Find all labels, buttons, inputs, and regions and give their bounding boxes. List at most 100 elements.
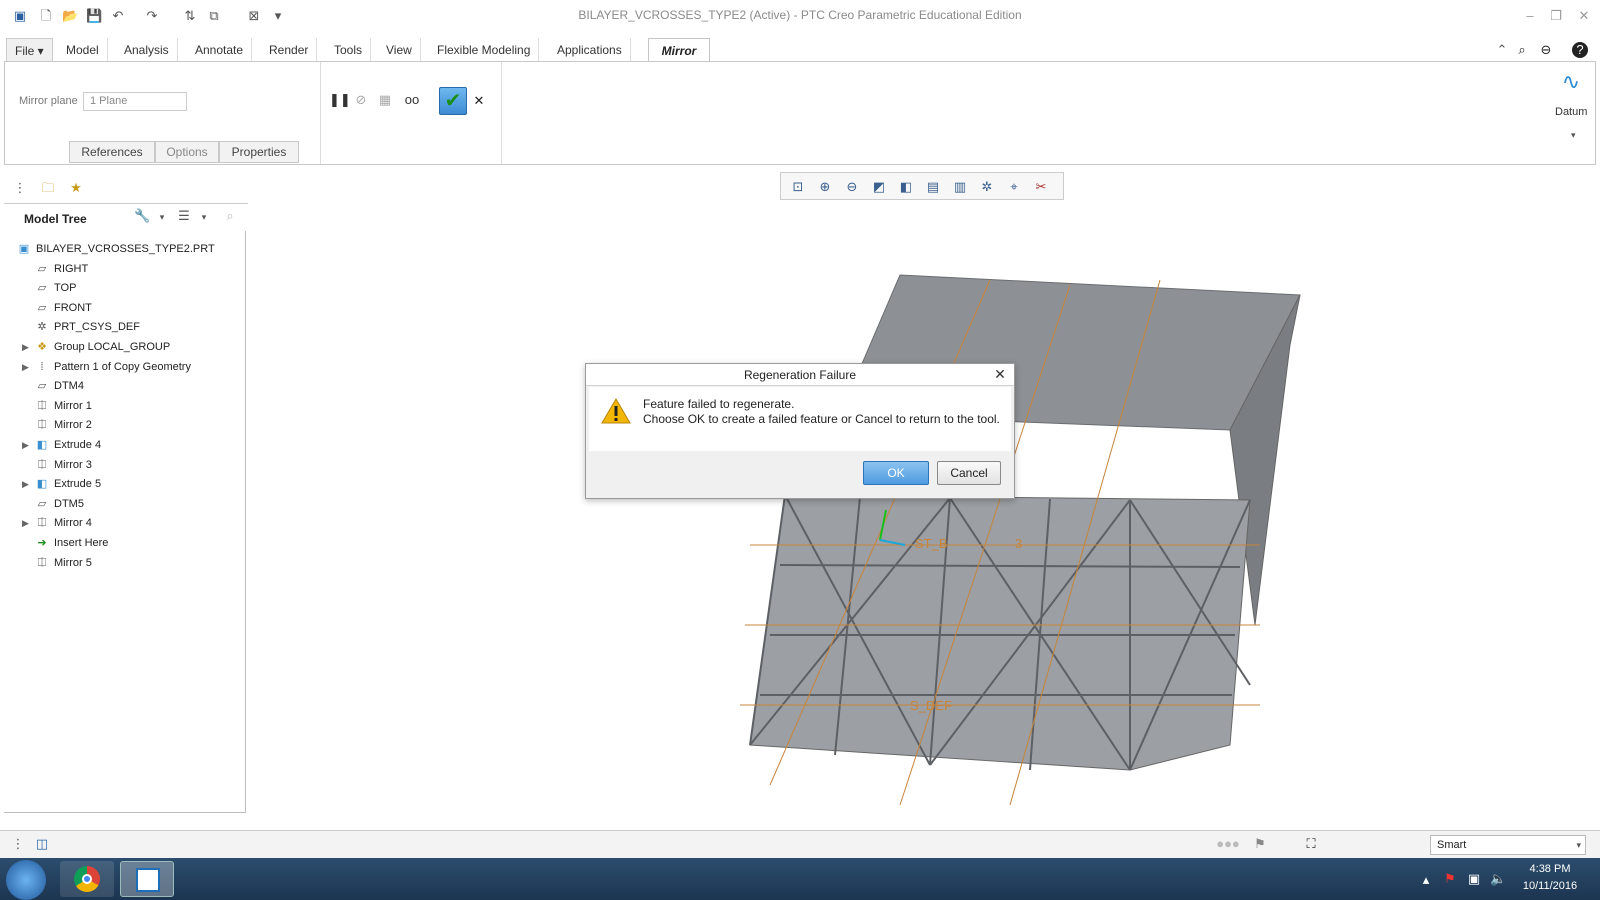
cancel-button[interactable]: Cancel <box>937 461 1001 485</box>
pause-icon[interactable]: ❚❚ <box>329 92 351 108</box>
datum-plane-icon: ▱ <box>37 497 47 510</box>
tab-analysis[interactable]: Analysis <box>116 38 178 62</box>
tab-applications[interactable]: Applications <box>549 38 631 62</box>
chrome-taskbar-icon[interactable] <box>60 861 114 897</box>
tree-item[interactable]: ▱ FRONT <box>4 298 244 318</box>
tree-item-label: Pattern 1 of Copy Geometry <box>54 360 191 373</box>
tree-item[interactable]: ▱ TOP <box>4 278 244 298</box>
annotation-display-icon[interactable]: ✂ <box>1032 178 1050 196</box>
clock-time[interactable]: 4:38 PM <box>1520 863 1580 875</box>
tab-tools[interactable]: Tools <box>326 38 372 62</box>
show-navigator-icon[interactable]: ⋮ <box>10 836 26 852</box>
tree-item[interactable]: ▶ ◧ Extrude 4 <box>4 435 244 455</box>
browser-toggle-icon[interactable]: ◫ <box>34 836 50 852</box>
tab-annotate[interactable]: Annotate <box>187 38 253 62</box>
refit-icon[interactable]: ⊡ <box>789 178 807 196</box>
tab-options[interactable]: Options <box>155 141 219 163</box>
tree-item[interactable]: ▶ ⁞ Pattern 1 of Copy Geometry <box>4 357 244 377</box>
view-manager-icon[interactable]: ▥ <box>951 178 969 196</box>
tree-item-label: Mirror 2 <box>54 419 92 432</box>
expand-icon[interactable]: ▶ <box>22 435 32 455</box>
no-preview-icon[interactable]: ⊘ <box>353 92 369 108</box>
expand-icon[interactable]: ▶ <box>22 357 32 377</box>
expand-icon[interactable]: ▶ <box>22 513 32 533</box>
selection-filter[interactable]: Smart ▾ <box>1430 835 1586 855</box>
tree-item[interactable]: ✲ PRT_CSYS_DEF <box>4 317 244 337</box>
datum-plane-icon: ▱ <box>37 301 47 314</box>
tree-item-label: RIGHT <box>54 262 89 275</box>
datum-display-icon[interactable]: ✲ <box>978 178 996 196</box>
network-icon[interactable]: ▣ <box>1466 871 1482 887</box>
search-icon[interactable]: ⌕ <box>1514 42 1530 58</box>
display-style-icon[interactable]: ◧ <box>897 178 915 196</box>
dialog-close-icon[interactable]: ✕ <box>992 366 1008 382</box>
tree-columns-icon[interactable]: ☰ <box>176 208 192 224</box>
tree-item[interactable]: ▱ DTM5 <box>4 494 244 514</box>
start-button-icon[interactable] <box>6 860 46 900</box>
datum-sketch-icon[interactable]: ∿ <box>1557 68 1585 96</box>
help-icon[interactable]: ? <box>1572 42 1588 58</box>
tab-properties[interactable]: Properties <box>219 141 299 163</box>
spin-center-icon[interactable]: ⌖ <box>1005 178 1023 196</box>
expand-icon[interactable]: ▶ <box>22 474 32 494</box>
tab-model[interactable]: Model <box>58 38 108 62</box>
expand-icon[interactable]: ▶ <box>22 337 32 357</box>
window-title: BILAYER_VCROSSES_TYPE2 (Active) - PTC Cr… <box>578 8 1022 22</box>
verify-preview-icon[interactable]: ▦ <box>377 92 393 108</box>
tree-filter-icon[interactable]: ⌕ <box>222 208 238 224</box>
chevron-down-icon[interactable]: ▾ <box>1576 836 1581 854</box>
find-icon[interactable]: ⛶ <box>1300 836 1322 852</box>
datum-dropdown-icon[interactable]: ▾ <box>1571 130 1576 141</box>
glasses-icon[interactable]: oo <box>401 92 423 108</box>
tree-item[interactable]: ⎅ Mirror 5 <box>4 553 244 573</box>
tab-view[interactable]: View <box>378 38 421 62</box>
tray-expand-icon[interactable]: ▴ <box>1418 872 1434 888</box>
tab-mirror[interactable]: Mirror <box>648 38 710 62</box>
favorites-icon[interactable]: ★ <box>68 180 84 196</box>
saved-orientations-icon[interactable]: ▤ <box>924 178 942 196</box>
volume-icon[interactable]: 🔈 <box>1490 871 1506 887</box>
tab-render[interactable]: Render <box>261 38 318 62</box>
tab-flexible-modeling[interactable]: Flexible Modeling <box>429 38 540 62</box>
minimize-icon[interactable]: – <box>1522 8 1538 24</box>
action-center-icon[interactable]: ⚑ <box>1442 871 1458 887</box>
datum-label-a: ST_B <box>915 536 948 551</box>
zoom-in-icon[interactable]: ⊕ <box>816 178 834 196</box>
tree-item[interactable]: ▶ ⎅ Mirror 4 <box>4 513 244 533</box>
tree-item[interactable]: ➜ Insert Here <box>4 533 244 553</box>
regeneration-failure-dialog: Regeneration Failure ✕ Feature failed to… <box>585 363 1015 499</box>
tree-item[interactable]: ▣ BILAYER_VCROSSES_TYPE2.PRT <box>4 239 244 259</box>
tree-settings-icon[interactable]: 🔧 <box>134 208 150 224</box>
tree-item[interactable]: ⎅ Mirror 1 <box>4 396 244 416</box>
restore-icon[interactable]: ❐ <box>1548 8 1564 24</box>
tree-settings-dropdown-icon[interactable]: ▾ <box>154 209 170 225</box>
community-icon[interactable]: ⊖ <box>1538 42 1554 58</box>
flag-icon[interactable]: ⚑ <box>1252 836 1268 852</box>
folder-browser-icon[interactable]: 🗀 <box>40 180 56 196</box>
collapse-ribbon-icon[interactable]: ⌃ <box>1494 42 1510 58</box>
tab-references[interactable]: References <box>69 141 155 163</box>
model-tree-tab-icon[interactable]: ⋮ <box>12 180 28 196</box>
cancel-x-icon[interactable]: ✕ <box>471 93 487 109</box>
tree-item-label: DTM5 <box>54 497 84 510</box>
tree-item-label: Mirror 5 <box>54 556 92 569</box>
tree-columns-dropdown-icon[interactable]: ▾ <box>196 209 212 225</box>
tree-item[interactable]: ▶ ◧ Extrude 5 <box>4 474 244 494</box>
repaint-icon[interactable]: ◩ <box>870 178 888 196</box>
tree-item[interactable]: ⎅ Mirror 2 <box>4 415 244 435</box>
tree-item-label: TOP <box>54 282 77 295</box>
apply-check-icon[interactable]: ✔ <box>439 87 467 115</box>
creo-taskbar-icon[interactable] <box>120 861 174 897</box>
tree-item[interactable]: ▶ ❖ Group LOCAL_GROUP <box>4 337 244 357</box>
tree-item[interactable]: ▱ DTM4 <box>4 376 244 396</box>
clock-date[interactable]: 10/11/2016 <box>1515 880 1585 892</box>
close-icon[interactable]: ✕ <box>1576 8 1592 24</box>
datum-group-label[interactable]: Datum <box>1555 106 1587 118</box>
mirror-plane-collector[interactable]: 1 Plane <box>83 92 187 111</box>
ok-button[interactable]: OK <box>863 461 929 485</box>
zoom-out-icon[interactable]: ⊖ <box>843 178 861 196</box>
tab-file[interactable]: File ▾ <box>6 38 53 62</box>
tree-item[interactable]: ▱ RIGHT <box>4 259 244 279</box>
datum-plane-icon: ▱ <box>37 282 47 295</box>
tree-item[interactable]: ⎅ Mirror 3 <box>4 455 244 475</box>
